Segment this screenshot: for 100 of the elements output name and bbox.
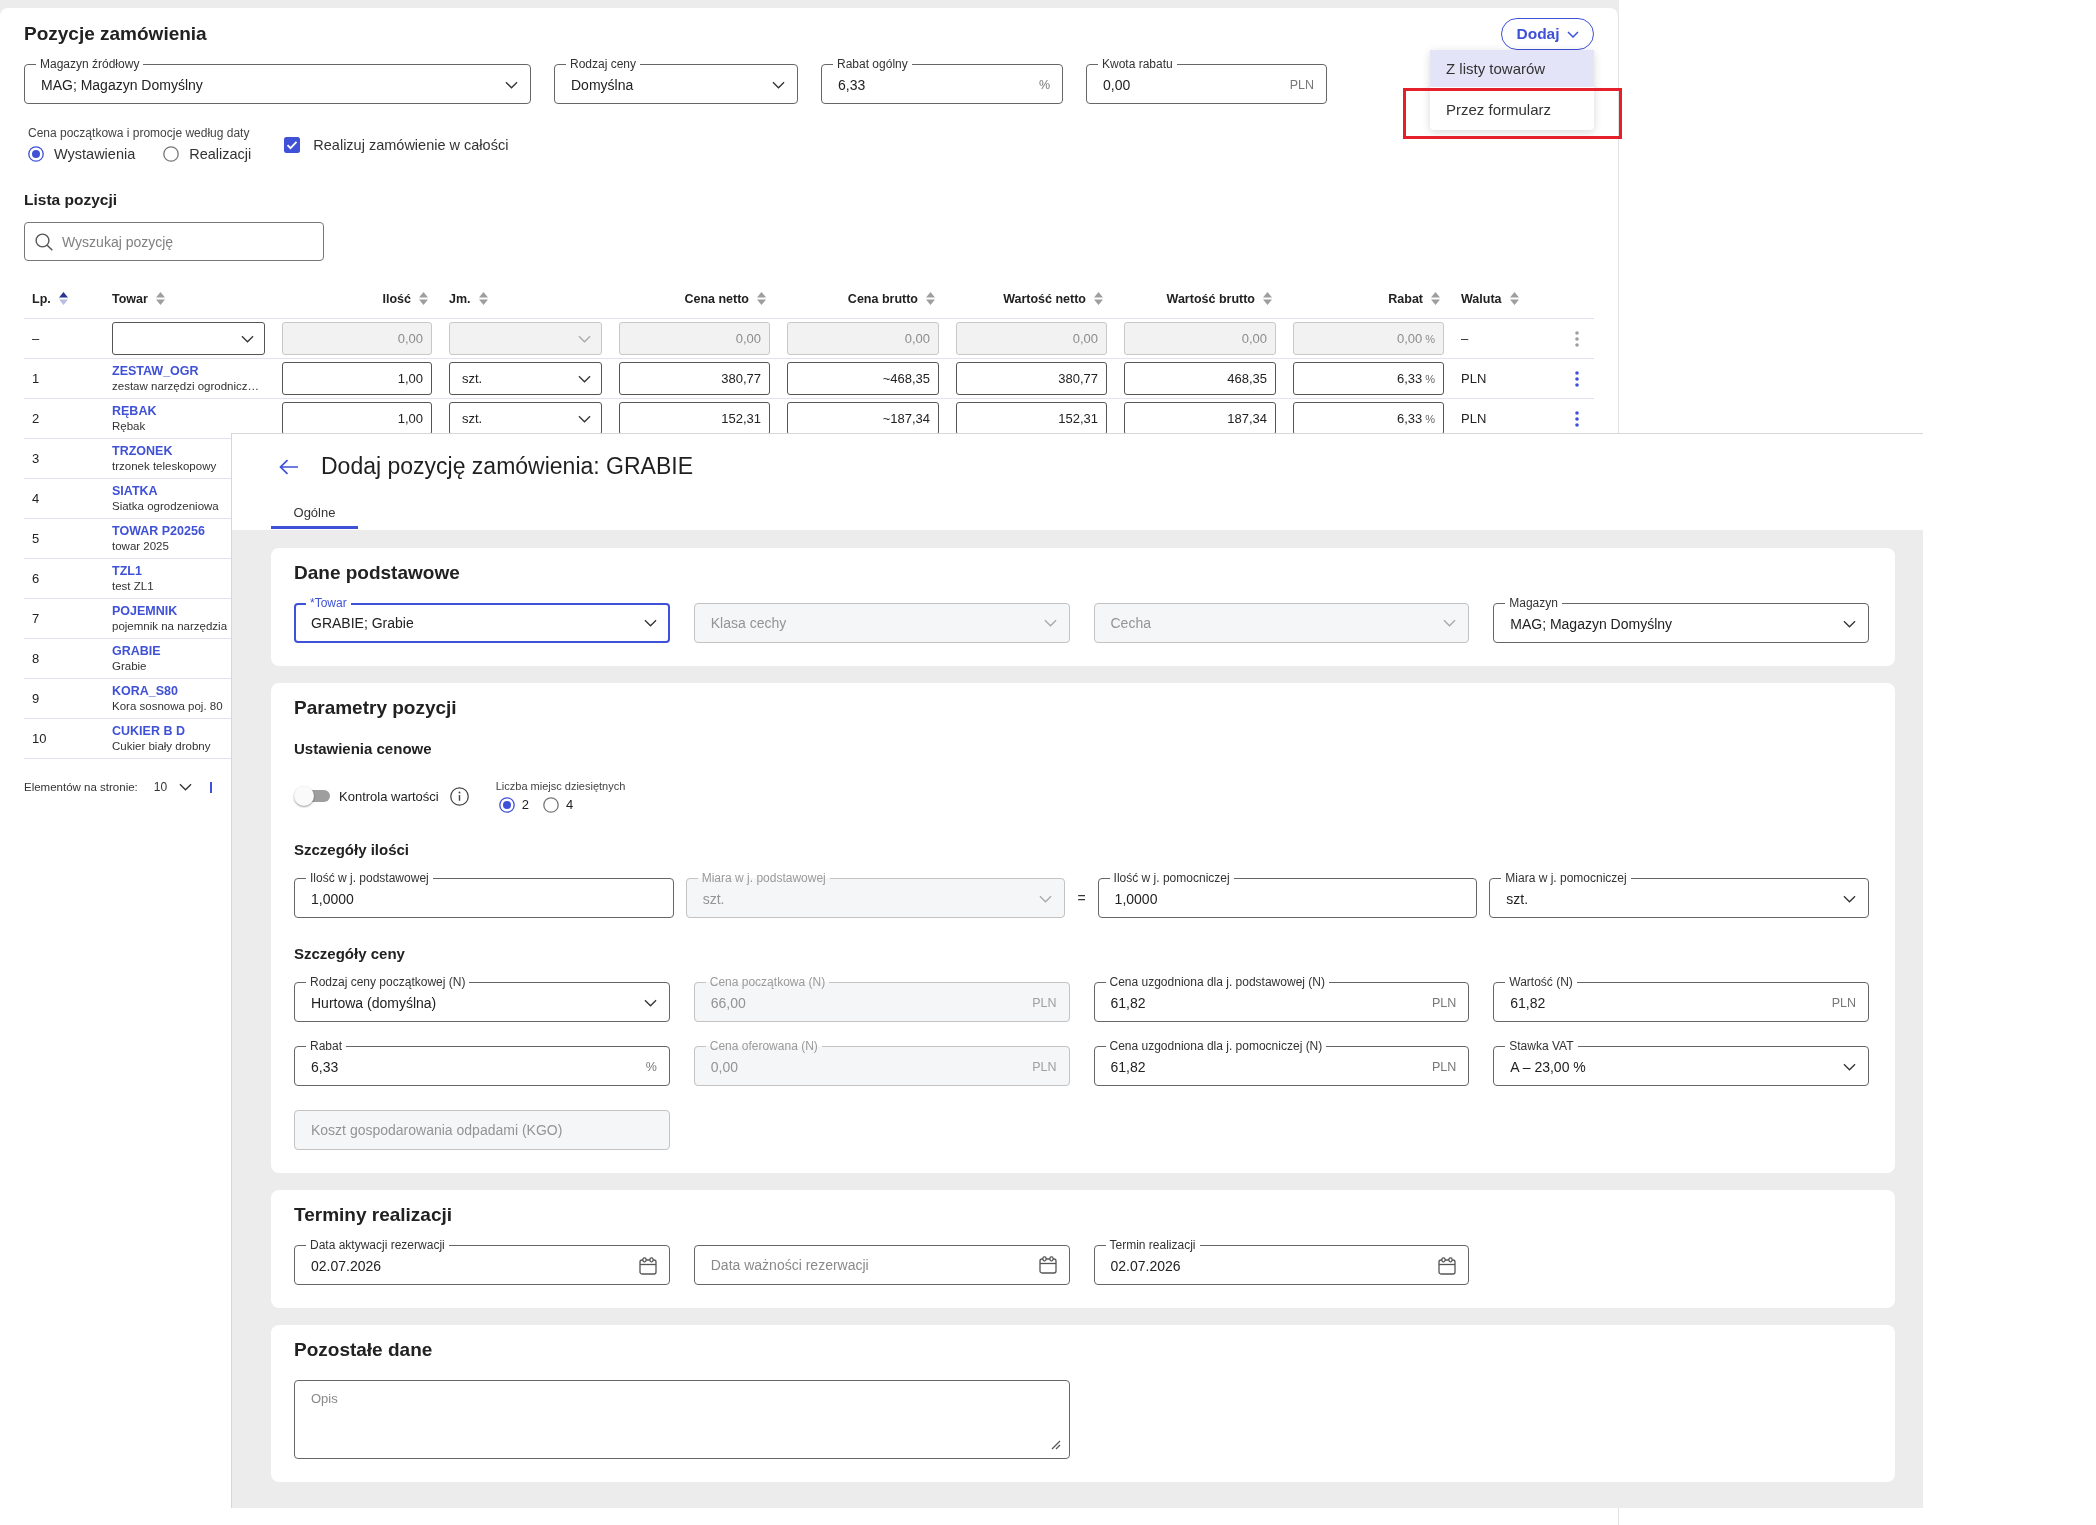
input-field[interactable]: ~187,34 xyxy=(787,402,939,435)
input-field[interactable]: 380,77 xyxy=(956,362,1107,395)
calendar-icon[interactable] xyxy=(1038,1256,1057,1274)
product-code-link[interactable]: TZL1 xyxy=(112,564,142,578)
kebab-menu-icon[interactable] xyxy=(1575,370,1579,387)
select-field[interactable]: *Towar GRABIE; Grabie xyxy=(294,597,670,643)
input-field[interactable]: Ilość w j. pomocniczej 1,0000 xyxy=(1097,872,1478,918)
page-size-select[interactable]: 10 xyxy=(153,780,193,794)
column-header[interactable]: Rabat xyxy=(1388,291,1440,306)
product-code-link[interactable]: SIATKA xyxy=(112,484,158,498)
back-arrow-icon[interactable] xyxy=(279,458,299,475)
row-number: – xyxy=(32,331,40,346)
column-header[interactable]: Cena brutto xyxy=(847,291,935,306)
date-field[interactable]: Data aktywacji rezerwacji 02.07.2026 xyxy=(294,1239,670,1285)
chevron-down-icon xyxy=(505,80,518,89)
search-icon xyxy=(35,232,53,251)
chevron-down-icon xyxy=(1843,894,1856,903)
input-field[interactable]: Cena uzgodniona dla j. podstawowej (N) 61,82 PLN xyxy=(1093,976,1470,1022)
add-button[interactable]: Dodaj xyxy=(1501,18,1594,50)
product-code-link[interactable]: CUKIER B D xyxy=(112,724,185,738)
product-code-link[interactable]: POJEMNIK xyxy=(112,604,178,618)
checkbox[interactable] xyxy=(284,137,301,153)
product-code-link[interactable]: TOWAR P20256 xyxy=(112,524,205,538)
row-number: 7 xyxy=(32,611,40,626)
product-description: Cukier biały drobny xyxy=(112,739,211,753)
row-number: 5 xyxy=(32,531,40,546)
select-field[interactable]: Stawka VAT A – 23,00 % xyxy=(1493,1040,1869,1086)
column-header[interactable]: Ilość xyxy=(382,291,428,306)
menu-item[interactable]: Przez formularz xyxy=(1430,91,1594,127)
select-field[interactable]: Magazyn źródłowy MAG; Magazyn Domyślny xyxy=(24,58,531,104)
calendar-icon[interactable] xyxy=(1438,1256,1457,1275)
radio-button[interactable] xyxy=(28,146,44,162)
page-size-label: Elementów na stronie: xyxy=(24,781,138,793)
field-label: Cena uzgodniona dla j. podstawowej (N) xyxy=(1108,976,1326,989)
radio-label: Realizacji xyxy=(189,145,252,164)
input-field[interactable]: 6,33 % xyxy=(1293,362,1444,395)
text-area[interactable]: Opis xyxy=(294,1380,1070,1459)
input-field[interactable]: 380,77 xyxy=(619,362,770,395)
input-field[interactable]: 187,34 xyxy=(1124,402,1276,435)
select-field[interactable]: Rodzaj ceny początkowej (N) Hurtowa (domyślna) xyxy=(294,976,670,1022)
input-field[interactable]: ~468,35 xyxy=(787,362,939,395)
column-header[interactable]: Wartość brutto xyxy=(1166,291,1272,306)
date-field[interactable]: Termin realizacji 02.07.2026 xyxy=(1093,1239,1470,1285)
tab[interactable]: Ogólne xyxy=(271,499,358,529)
column-header[interactable]: Lp. xyxy=(32,291,68,306)
select-field[interactable] xyxy=(112,322,265,355)
radio-button[interactable] xyxy=(163,146,180,162)
info-icon[interactable] xyxy=(449,786,469,806)
product-code-link[interactable]: ZESTAW_OGR xyxy=(112,364,199,378)
input-field[interactable]: Rabat ogólny 6,33 % xyxy=(821,58,1063,104)
product-code-link[interactable]: GRABIE xyxy=(112,644,161,658)
row-number: 10 xyxy=(32,731,47,746)
column-header[interactable]: Wartość netto xyxy=(1003,291,1103,306)
select-field[interactable]: szt. xyxy=(449,362,602,395)
date-field[interactable]: Data ważności rezerwacji xyxy=(693,1245,1070,1285)
panel-title: Pozycje zamówienia xyxy=(24,22,207,46)
menu-item[interactable]: Z listy towarów xyxy=(1430,50,1594,87)
column-header[interactable]: Cena netto xyxy=(684,291,766,306)
input-field[interactable]: Cena uzgodniona dla j. pomocniczej (N) 61,82 PLN xyxy=(1093,1040,1470,1086)
currency-text: – xyxy=(1461,331,1469,346)
input-field[interactable]: Wartość (N) 61,82 PLN xyxy=(1493,976,1869,1022)
input-field[interactable]: Rabat 6,33 % xyxy=(294,1040,670,1086)
chevron-down-icon xyxy=(643,998,657,1007)
dialog-title: Dodaj pozycję zamówienia: GRABIE xyxy=(321,453,693,480)
product-description: Grabie xyxy=(112,659,147,673)
select-field[interactable]: Rodzaj ceny Domyślna xyxy=(554,58,798,104)
row-number: 2 xyxy=(32,411,40,426)
field-label: Wartość (N) xyxy=(1508,976,1574,989)
product-code-link[interactable]: RĘBAK xyxy=(112,404,157,418)
input-field[interactable]: 1,00 xyxy=(282,362,432,395)
input-field[interactable]: 468,35 xyxy=(1124,362,1276,395)
input-field[interactable]: Kwota rabatu 0,00 PLN xyxy=(1086,58,1327,104)
chevron-down-icon xyxy=(578,334,591,343)
product-code-link[interactable]: TRZONEK xyxy=(112,444,173,458)
search-field[interactable]: Wyszukaj pozycję xyxy=(24,222,324,261)
column-header[interactable]: Jm. xyxy=(449,291,488,306)
input-field[interactable]: 152,31 xyxy=(956,402,1107,435)
radio-label: 4 xyxy=(565,797,574,812)
field-label: Kwota rabatu xyxy=(1101,58,1174,71)
radio-button[interactable] xyxy=(498,796,515,813)
resize-handle-icon[interactable] xyxy=(1050,1440,1061,1450)
toggle-switch[interactable] xyxy=(294,786,330,806)
input-field[interactable]: Ilość w j. podstawowej 1,0000 xyxy=(294,872,674,918)
product-description: Rębak xyxy=(112,419,146,433)
select-field[interactable]: Miara w j. pomocniczej szt. xyxy=(1489,872,1869,918)
calendar-icon[interactable] xyxy=(638,1256,657,1275)
select-field[interactable]: Magazyn MAG; Magazyn Domyślny xyxy=(1493,597,1869,643)
column-header[interactable]: Waluta xyxy=(1461,291,1519,306)
column-header[interactable]: Towar xyxy=(112,291,165,306)
product-code-link[interactable]: KORA_S80 xyxy=(112,684,178,698)
section-title: Parametry pozycji xyxy=(294,697,458,719)
input-field[interactable]: 6,33 % xyxy=(1293,402,1444,435)
kebab-menu-icon[interactable] xyxy=(1575,410,1579,427)
radio-button[interactable] xyxy=(542,796,559,813)
select-field[interactable]: szt. xyxy=(449,402,602,435)
subsection-title: Szczegóły ilości xyxy=(294,841,411,859)
input-field[interactable]: 1,00 xyxy=(282,402,432,435)
toggle-label: Kontrola wartości xyxy=(339,788,439,804)
chevron-down-icon xyxy=(1566,30,1579,38)
input-field[interactable]: 152,31 xyxy=(619,402,770,435)
